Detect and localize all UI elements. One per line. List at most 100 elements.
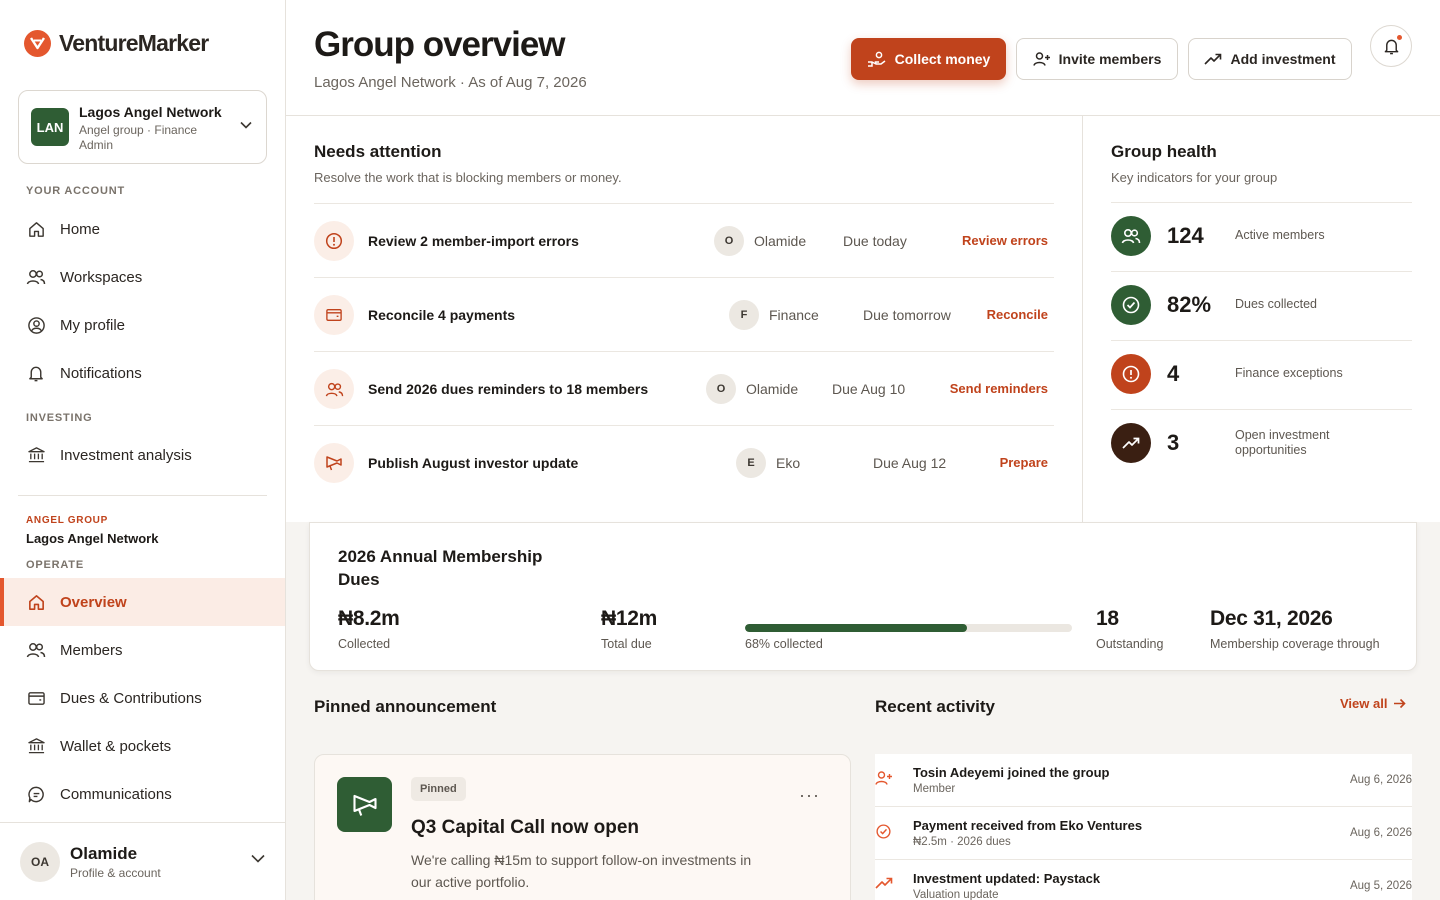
sidebar-item-home[interactable]: Home (0, 205, 285, 253)
people-icon (26, 267, 46, 287)
sidebar-item-overview[interactable]: Overview (0, 578, 285, 626)
alert-icon (314, 221, 354, 261)
task-due: Due Aug 12 (873, 455, 947, 471)
coverage-label: Membership coverage through (1210, 637, 1380, 651)
list-item[interactable]: Payment received from Eko Ventures ₦2.5m… (875, 807, 1412, 860)
needs-attention-panel: Needs attention Resolve the work that is… (286, 116, 1083, 522)
sidebar-item-dues-contributions[interactable]: Dues & Contributions (0, 674, 285, 722)
sidebar-item-notifications[interactable]: Notifications (0, 349, 285, 397)
total-due-value: ₦12m (601, 607, 657, 630)
metric-label: Dues collected (1235, 297, 1317, 311)
task-row[interactable]: Review 2 member-import errors O Olamide … (314, 203, 1054, 277)
group-health-panel: Group health Key indicators for your gro… (1083, 116, 1440, 522)
brand-name: VentureMarker (59, 30, 209, 56)
user-sub: Profile & account (70, 866, 161, 880)
chevron-down-icon (240, 121, 252, 129)
activity-title: Tosin Adeyemi joined the group (913, 765, 1110, 780)
arrow-right-icon (1393, 698, 1407, 709)
trend-up-icon (875, 876, 893, 894)
user-account-menu[interactable]: OA Olamide Profile & account (0, 822, 285, 900)
avatar: E (736, 448, 766, 478)
activity-date: Aug 6, 2026 (1349, 827, 1412, 839)
chat-icon (26, 784, 46, 804)
activity-sub: Valuation update (913, 889, 999, 900)
sidebar: VentureMarker LAN Lagos Angel Network An… (0, 0, 286, 900)
org-avatar: LAN (31, 108, 69, 146)
people-icon (1111, 216, 1151, 256)
collected-value: ₦8.2m (338, 607, 400, 630)
add-investment-button[interactable]: Add investment (1188, 38, 1352, 80)
activity-sub: ₦2.5m · 2026 dues (913, 836, 1011, 848)
sidebar-item-my-profile[interactable]: My profile (0, 301, 285, 349)
sidebar-item-members[interactable]: Members (0, 626, 285, 674)
section-label-your-account: YOUR ACCOUNT (26, 185, 126, 197)
metric-label: Open investment opportunities (1235, 428, 1330, 457)
people-icon (26, 640, 46, 660)
wallet-icon (26, 688, 46, 708)
metric-dues-collected[interactable]: 82% Dues collected (1111, 271, 1412, 340)
task-due: Due Aug 10 (832, 381, 906, 397)
prepare-link[interactable]: Prepare (1000, 455, 1048, 470)
page-subtitle: Lagos Angel Network · As of Aug 7, 2026 (314, 74, 587, 91)
sidebar-item-label: Home (60, 220, 101, 238)
sidebar-item-wallet-pockets[interactable]: Wallet & pockets (0, 722, 285, 770)
task-owner: E Eko (736, 448, 800, 478)
avatar: OA (20, 842, 60, 882)
owner-name: Eko (776, 455, 801, 471)
task-owner: F Finance (729, 300, 819, 330)
collect-money-label: Collect money (894, 51, 991, 67)
metric-label: Finance exceptions (1235, 366, 1343, 380)
task-row[interactable]: Send 2026 dues reminders to 18 members O… (314, 351, 1054, 425)
more-options-icon[interactable]: ··· (799, 785, 820, 806)
sidebar-item-label: Communications (60, 785, 172, 803)
check-circle-icon (875, 823, 893, 841)
task-title: Reconcile 4 payments (368, 307, 516, 323)
page-title: Group overview (314, 25, 566, 64)
sidebar-item-communications[interactable]: Communications (0, 770, 285, 818)
sidebar-item-investment-analysis[interactable]: Investment analysis (0, 431, 285, 479)
metric-open-investments[interactable]: 3 Open investment opportunities (1111, 409, 1412, 478)
invite-members-button[interactable]: Invite members (1016, 38, 1178, 80)
list-item[interactable]: Tosin Adeyemi joined the group Member Au… (875, 754, 1412, 807)
page-header: Group overview Lagos Angel Network · As … (286, 0, 1440, 116)
needs-attention-subtitle: Resolve the work that is blocking member… (314, 170, 622, 185)
task-row[interactable]: Reconcile 4 payments F Finance Due tomor… (314, 277, 1054, 351)
recent-activity-heading: Recent activity (875, 697, 995, 716)
notification-dot (1397, 35, 1402, 40)
task-owner: O Olamide (714, 226, 806, 256)
bell-icon (26, 363, 46, 383)
activity-date: Aug 6, 2026 (1349, 774, 1412, 786)
metric-value: 82% (1167, 292, 1212, 317)
bank-icon (26, 736, 46, 756)
metric-finance-exceptions[interactable]: 4 Finance exceptions (1111, 340, 1412, 409)
send-reminders-link[interactable]: Send reminders (950, 381, 1048, 396)
user-plus-icon (1032, 51, 1051, 67)
sidebar-item-label: Members (60, 641, 123, 659)
task-title: Send 2026 dues reminders to 18 members (368, 381, 649, 397)
membership-dues-card[interactable]: 2026 Annual Membership Dues ₦8.2m Collec… (309, 522, 1417, 671)
metric-active-members[interactable]: 124 Active members (1111, 202, 1412, 271)
sidebar-item-workspaces[interactable]: Workspaces (0, 253, 285, 301)
task-row[interactable]: Publish August investor update E Eko Due… (314, 425, 1054, 499)
bank-icon (26, 445, 46, 465)
list-item[interactable]: Investment updated: Paystack Valuation u… (875, 860, 1412, 900)
activity-title: Investment updated: Paystack (913, 871, 1101, 886)
reconcile-link[interactable]: Reconcile (987, 307, 1048, 322)
sidebar-item-label: Wallet & pockets (60, 737, 172, 755)
pinned-badge: Pinned (411, 777, 466, 801)
review-errors-link[interactable]: Review errors (962, 233, 1048, 248)
task-title: Review 2 member-import errors (368, 233, 579, 249)
metric-value: 3 (1167, 430, 1180, 455)
org-switcher[interactable]: LAN Lagos Angel Network Angel group · Fi… (18, 90, 267, 164)
sidebar-item-label: Overview (60, 593, 127, 611)
view-all-link[interactable]: View all (1340, 696, 1407, 711)
add-investment-label: Add investment (1230, 51, 1336, 67)
section-label-investing: INVESTING (26, 412, 93, 424)
sidebar-item-label: Notifications (60, 364, 142, 382)
sidebar-item-label: Investment analysis (60, 446, 192, 464)
brand-logo[interactable]: VentureMarker (24, 30, 209, 57)
task-owner: O Olamide (706, 374, 798, 404)
pinned-announcement-card[interactable]: Pinned ··· Q3 Capital Call now open We'r… (314, 754, 851, 900)
collect-money-button[interactable]: Collect money (851, 38, 1006, 80)
notifications-button[interactable] (1370, 25, 1412, 67)
